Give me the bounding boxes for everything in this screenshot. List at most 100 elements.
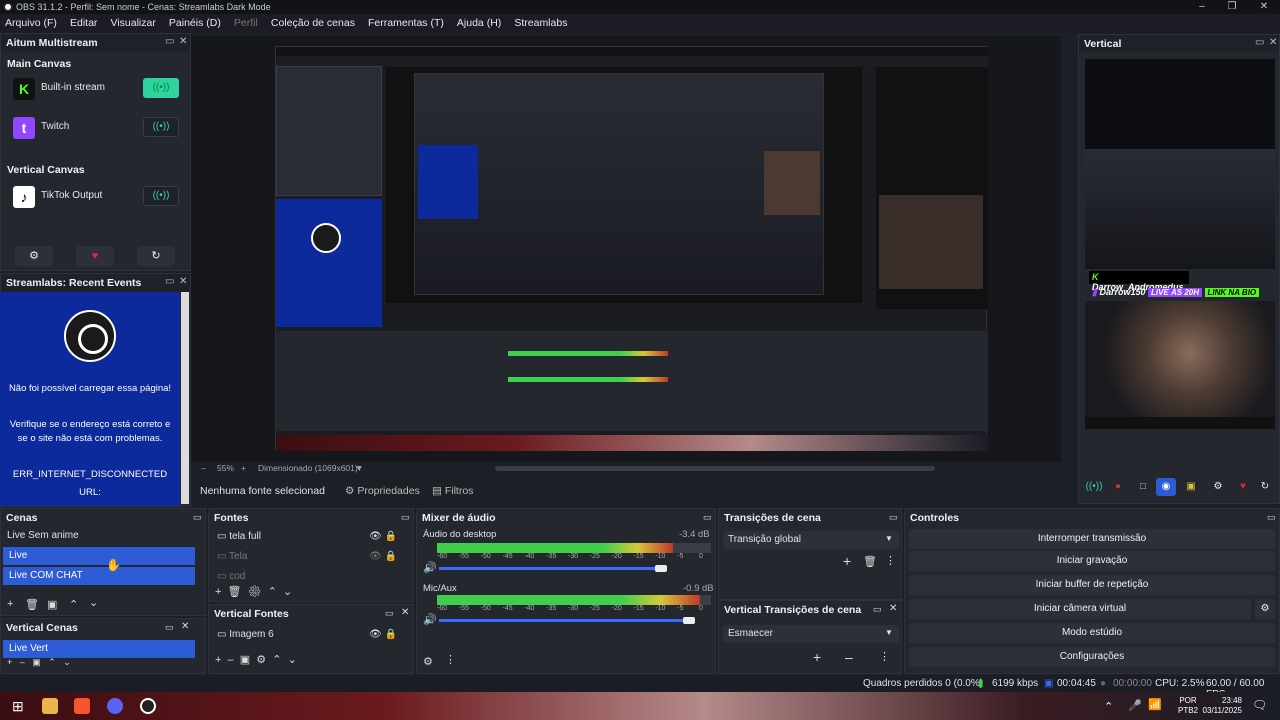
- minimize-icon[interactable]: –: [1188, 0, 1216, 14]
- vertical-scene-item[interactable]: Live Vert: [3, 640, 195, 658]
- mixer-settings-icon[interactable]: ⚙: [423, 655, 433, 668]
- share-button[interactable]: ↻: [137, 246, 175, 266]
- volume-slider[interactable]: [439, 619, 689, 622]
- menu-file[interactable]: Arquivo (F): [0, 14, 62, 32]
- move-up-button[interactable]: ⌃: [69, 598, 78, 611]
- menu-help[interactable]: Ajuda (H): [452, 14, 506, 32]
- stop-streaming-button[interactable]: Interromper transmissão: [909, 529, 1275, 549]
- float-icon[interactable]: ▭: [1255, 37, 1264, 48]
- transition-menu-icon[interactable]: ⋮: [879, 650, 890, 663]
- scale-dropdown-icon[interactable]: ▼: [355, 463, 363, 473]
- heart-icon[interactable]: ♥: [1233, 478, 1253, 496]
- obs-taskbar-icon[interactable]: [140, 698, 156, 714]
- stream-toggle-button[interactable]: ((•)): [143, 186, 179, 206]
- add-scene-button[interactable]: + – ▣ ⌃ ⌄: [7, 657, 71, 668]
- chevron-up-icon[interactable]: ⌃: [1104, 700, 1113, 713]
- scene-item[interactable]: Live: [3, 547, 195, 565]
- heart-button[interactable]: ♥: [76, 246, 114, 266]
- source-item[interactable]: ▭ cod: [211, 568, 401, 580]
- move-down-button[interactable]: ⌄: [89, 596, 98, 609]
- transition-menu-icon[interactable]: ⋮: [885, 554, 896, 567]
- studio-mode-button[interactable]: Modo estúdio: [909, 623, 1275, 643]
- float-icon[interactable]: ▭: [889, 512, 898, 523]
- speaker-icon[interactable]: 🔊: [423, 561, 437, 574]
- remove-transition-button[interactable]: 🗑: [863, 555, 877, 568]
- windows-start-icon[interactable]: ⊞: [12, 698, 28, 714]
- scene-item[interactable]: Live COM CHAT: [3, 567, 195, 585]
- menu-view[interactable]: Visualizar: [106, 14, 161, 32]
- stop-icon[interactable]: □: [1133, 478, 1153, 496]
- volume-knob[interactable]: [683, 617, 695, 624]
- close-dock-icon[interactable]: ✕: [179, 36, 187, 47]
- discord-icon[interactable]: [107, 698, 123, 714]
- add-transition-button[interactable]: +: [813, 649, 821, 665]
- vertical-source-item[interactable]: ▭ Imagem 6 👁 🔒: [211, 626, 401, 644]
- menu-docks[interactable]: Painéis (D): [164, 14, 226, 32]
- settings-gear-icon[interactable]: ⚙: [1208, 478, 1228, 496]
- filters-button[interactable]: ▤ Filtros: [432, 485, 473, 497]
- close-icon[interactable]: ✕: [1250, 0, 1278, 14]
- scene-item[interactable]: Live Sem anime: [1, 527, 195, 545]
- float-icon[interactable]: ▭: [165, 276, 174, 287]
- clock[interactable]: 23:48 03/11/2025: [1202, 696, 1242, 716]
- add-scene-button[interactable]: +: [7, 598, 13, 610]
- menu-tools[interactable]: Ferramentas (T): [363, 14, 449, 32]
- horizontal-scrollbar[interactable]: [495, 466, 935, 471]
- close-dock-icon[interactable]: ✕: [179, 276, 187, 287]
- float-icon[interactable]: ▭: [1267, 512, 1276, 523]
- source-toolbar-buttons[interactable]: + 🗑 ⚙ ⌃ ⌄: [215, 585, 292, 598]
- close-dock-icon[interactable]: ✕: [181, 621, 189, 632]
- language-indicator[interactable]: POR PTB2: [1178, 696, 1198, 716]
- restore-icon[interactable]: ❐: [1218, 0, 1246, 14]
- replay-icon[interactable]: ▣: [1181, 478, 1201, 496]
- zoom-plus-button[interactable]: +: [241, 463, 246, 473]
- source-item[interactable]: ▭ Tela 👁 🔒: [211, 548, 401, 566]
- brave-browser-icon[interactable]: [74, 698, 90, 714]
- menu-profile[interactable]: Perfil: [229, 14, 263, 32]
- scene-filters-button[interactable]: ▣: [47, 598, 57, 611]
- stream-toggle-button[interactable]: ((•)): [143, 78, 179, 98]
- start-virtual-camera-button[interactable]: Iniciar câmera virtual: [909, 599, 1251, 619]
- float-icon[interactable]: ▭: [385, 608, 394, 619]
- vertical-source-toolbar[interactable]: + – ▣ ⚙ ⌃ ⌄: [215, 653, 297, 666]
- start-recording-button[interactable]: Iniciar gravação: [909, 551, 1275, 571]
- close-dock-icon[interactable]: ✕: [1269, 37, 1277, 48]
- speaker-icon[interactable]: 🔊: [423, 613, 437, 626]
- virtual-camera-settings-icon[interactable]: ⚙: [1255, 599, 1275, 619]
- menu-scene-collection[interactable]: Coleção de cenas: [266, 14, 360, 32]
- wifi-icon[interactable]: 📶: [1148, 698, 1162, 711]
- add-transition-button[interactable]: +: [843, 553, 851, 569]
- settings-button[interactable]: Configurações: [909, 647, 1275, 667]
- share-icon[interactable]: ↻: [1255, 478, 1275, 496]
- file-explorer-icon[interactable]: [42, 698, 58, 714]
- float-icon[interactable]: ▭: [873, 604, 882, 615]
- virtualcam-icon[interactable]: ◉: [1156, 478, 1176, 496]
- float-icon[interactable]: ▭: [165, 36, 174, 47]
- close-dock-icon[interactable]: ✕: [401, 607, 409, 618]
- float-icon[interactable]: ▭: [165, 622, 174, 633]
- stream-toggle-button[interactable]: ((•)): [143, 117, 179, 137]
- record-icon[interactable]: ●: [1108, 478, 1128, 496]
- remove-transition-button[interactable]: –: [845, 649, 853, 665]
- float-icon[interactable]: ▭: [703, 512, 712, 523]
- mic-icon[interactable]: 🎤: [1128, 699, 1142, 712]
- menu-streamlabs[interactable]: Streamlabs: [509, 14, 572, 32]
- source-item[interactable]: ▭ tela full 👁 🔒: [211, 528, 401, 546]
- vertical-transition-select[interactable]: Esmaecer ▼: [723, 625, 899, 643]
- settings-gear-button[interactable]: ⚙: [15, 246, 53, 266]
- transition-select[interactable]: Transição global ▼: [723, 531, 899, 549]
- float-icon[interactable]: ▭: [193, 512, 202, 523]
- properties-button[interactable]: ⚙ Propriedades: [345, 485, 420, 497]
- zoom-minus-button[interactable]: –: [201, 463, 206, 473]
- volume-knob[interactable]: [655, 565, 667, 572]
- menu-edit[interactable]: Editar: [65, 14, 102, 32]
- start-replay-buffer-button[interactable]: Iniciar buffer de repetição: [909, 575, 1275, 595]
- close-dock-icon[interactable]: ✕: [889, 603, 897, 614]
- mixer-menu-icon[interactable]: ⋮: [445, 653, 456, 666]
- volume-slider[interactable]: [439, 567, 659, 570]
- stream-toggle-icon[interactable]: ((•)): [1084, 478, 1104, 496]
- remove-scene-button[interactable]: 🗑: [25, 598, 39, 611]
- float-icon[interactable]: ▭: [401, 512, 410, 523]
- notification-icon[interactable]: 🗨: [1252, 698, 1267, 712]
- scrollbar[interactable]: [181, 292, 189, 504]
